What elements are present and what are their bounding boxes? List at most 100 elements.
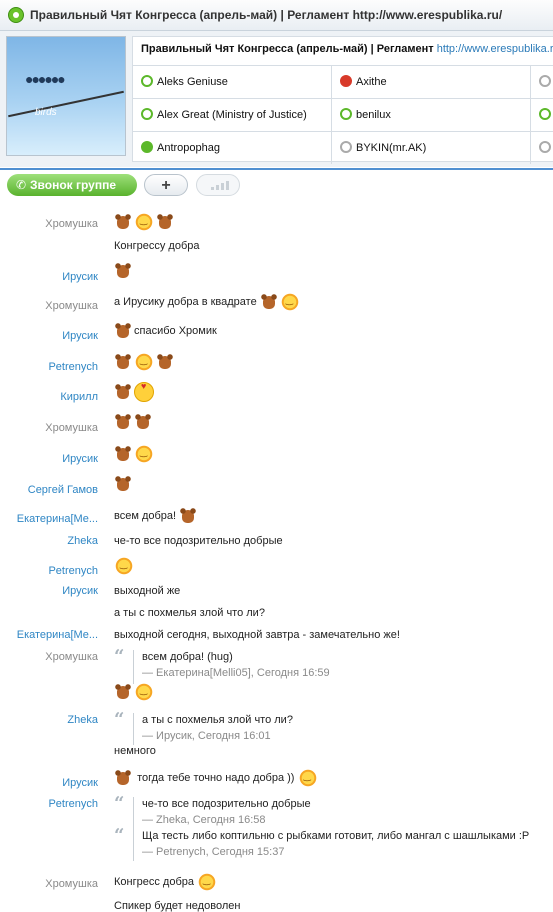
sender-name[interactable]: Ирусик [0,777,98,789]
sun-emoticon-icon [134,212,154,232]
member-item[interactable]: Aleks Geniuse [133,66,332,98]
member-name: BYKIN(mr.AK) [356,142,427,154]
sender-name[interactable]: Zheka [0,714,98,726]
bear-emoticon-icon [134,413,152,431]
signal-bar [211,187,214,190]
message-text: тогда тебе точно надо добра )) [137,771,295,784]
member-name: Aleks Geniuse [157,76,228,88]
sender-name[interactable]: Ирусик [0,330,98,342]
bear-emoticon-icon [260,293,278,311]
message-text: а ты с похмелья злой что ли? [114,607,265,619]
sun-emoticon-icon [134,444,154,464]
bear-emoticon-icon [156,353,174,371]
message-text: а Ирусику добра в квадрате [114,295,257,308]
signal-bar [221,183,224,190]
message-body: спасибо Хромик [114,322,217,340]
sun-emoticon-icon [279,292,300,312]
sender-name[interactable]: Хромушка [0,878,98,890]
quote-icon: “ [114,646,125,667]
member-item[interactable]: Alex Great (Ministry of Justice) [133,99,332,131]
sun-emoticon-icon [134,352,154,372]
topic-link[interactable]: http://www.erespublika.ru/ [437,43,553,55]
topic-text: Правильный Чят Конгресса (апрель-май) | … [141,43,437,55]
quote-text: всем добра! (hug) [142,651,233,663]
kiss-emoticon-icon [134,381,154,402]
message-text: Конгресс добра [114,875,194,888]
avatar-caption: birds [35,107,57,118]
bear-emoticon-icon [114,383,132,401]
member-item[interactable]: Antropophag [133,132,332,164]
group-avatar[interactable]: ●●●●●● birds [6,36,126,156]
chat-history[interactable]: Хромушка Конгрессу добра Ирусик Хромушка… [0,200,553,912]
bear-emoticon-icon [114,475,132,493]
quote-icon: “ [114,825,125,846]
sender-name[interactable]: Zheka [0,535,98,547]
message-emoticons [114,556,136,576]
member-item[interactable]: Axithe [332,66,531,98]
signal-bar [226,181,229,190]
message-text: че-то все подозрительно добрые [114,535,283,547]
message-text: спасибо Хромик [134,324,217,337]
call-group-button[interactable]: ✆ Звонок группе [7,174,137,196]
bear-emoticon-icon [114,322,132,340]
sun-emoticon-icon [297,768,318,788]
message-text: всем добра! [114,509,177,522]
quote-meta: — Petrenych, Сегодня 15:37 [142,846,285,858]
member-item[interactable]: BYKIN(mr.AK) [332,132,531,164]
call-toolbar: ✆ Звонок группе + [0,168,553,202]
sender-name[interactable]: Екатерина[Me... [0,629,98,641]
sender-name[interactable]: Ирусик [0,271,98,283]
message-body: тогда тебе точно надо добра )) [114,768,320,788]
sender-name[interactable]: Сергей Гамов [0,484,98,496]
message-text: выходной же [114,585,181,597]
member-item[interactable]: benilux [332,99,531,131]
member-item[interactable] [531,66,553,98]
bear-emoticon-icon [114,413,132,431]
sender-name[interactable]: Petrenych [0,798,98,810]
sender-name[interactable]: Хромушка [0,422,98,434]
window-titlebar: Правильный Чят Конгресса (апрель-май) | … [0,0,553,31]
sender-name[interactable]: Petrenych [0,565,98,577]
sender-name[interactable]: Кирилл [0,391,98,403]
quote-bar [133,713,134,745]
bear-emoticon-icon [114,353,132,371]
status-unknown-icon [539,75,551,87]
call-quality-button[interactable] [196,174,240,196]
sender-name[interactable]: Хромушка [0,218,98,230]
members-row: Alex Great (Ministry of Justice) benilux [133,98,553,131]
status-online-icon [141,75,153,87]
member-name: Axithe [356,76,387,88]
quote-icon: “ [114,709,125,730]
sender-name[interactable]: Ирусик [0,585,98,597]
quote-icon: “ [114,793,125,814]
window-title: Правильный Чят Конгресса (апрель-май) | … [30,8,503,22]
quote-text: а ты с похмелья злой что ли? [142,714,293,726]
member-name: Alex Great (Ministry of Justice) [157,109,307,121]
sender-name[interactable]: Хромушка [0,651,98,663]
quote-text: че-то все подозрительно добрые [142,798,311,810]
bear-emoticon-icon [114,262,132,280]
message-emoticons [114,262,134,280]
message-text: немного [114,745,156,757]
sender-name[interactable]: Екатерина[Me... [0,513,98,525]
member-item[interactable] [531,132,553,164]
members-panel: Правильный Чят Конгресса (апрель-май) | … [132,36,553,164]
message-text: Спикер будет недоволен [114,900,241,912]
sender-name[interactable]: Ирусик [0,453,98,465]
sender-name[interactable]: Petrenych [0,361,98,373]
quoted-message: “ Ща тесть либо коптильню с рыбками гото… [114,825,553,863]
message-body: а Ирусику добра в квадрате [114,292,302,312]
quote-meta: — Zheka, Сегодня 16:58 [142,814,266,826]
bear-emoticon-icon [114,445,132,463]
quote-meta: — Ирусик, Сегодня 16:01 [142,730,271,742]
group-topic: Правильный Чят Конгресса (апрель-май) | … [141,43,553,55]
add-participant-button[interactable]: + [144,174,188,196]
bear-emoticon-icon [156,213,174,231]
bear-emoticon-icon [114,213,132,231]
message-emoticons [114,475,134,493]
member-item[interactable] [531,99,553,131]
status-busy-icon [340,75,352,87]
sender-name[interactable]: Хромушка [0,300,98,312]
message-text: Конгрессу добра [114,240,200,252]
status-unknown-icon [539,141,551,153]
